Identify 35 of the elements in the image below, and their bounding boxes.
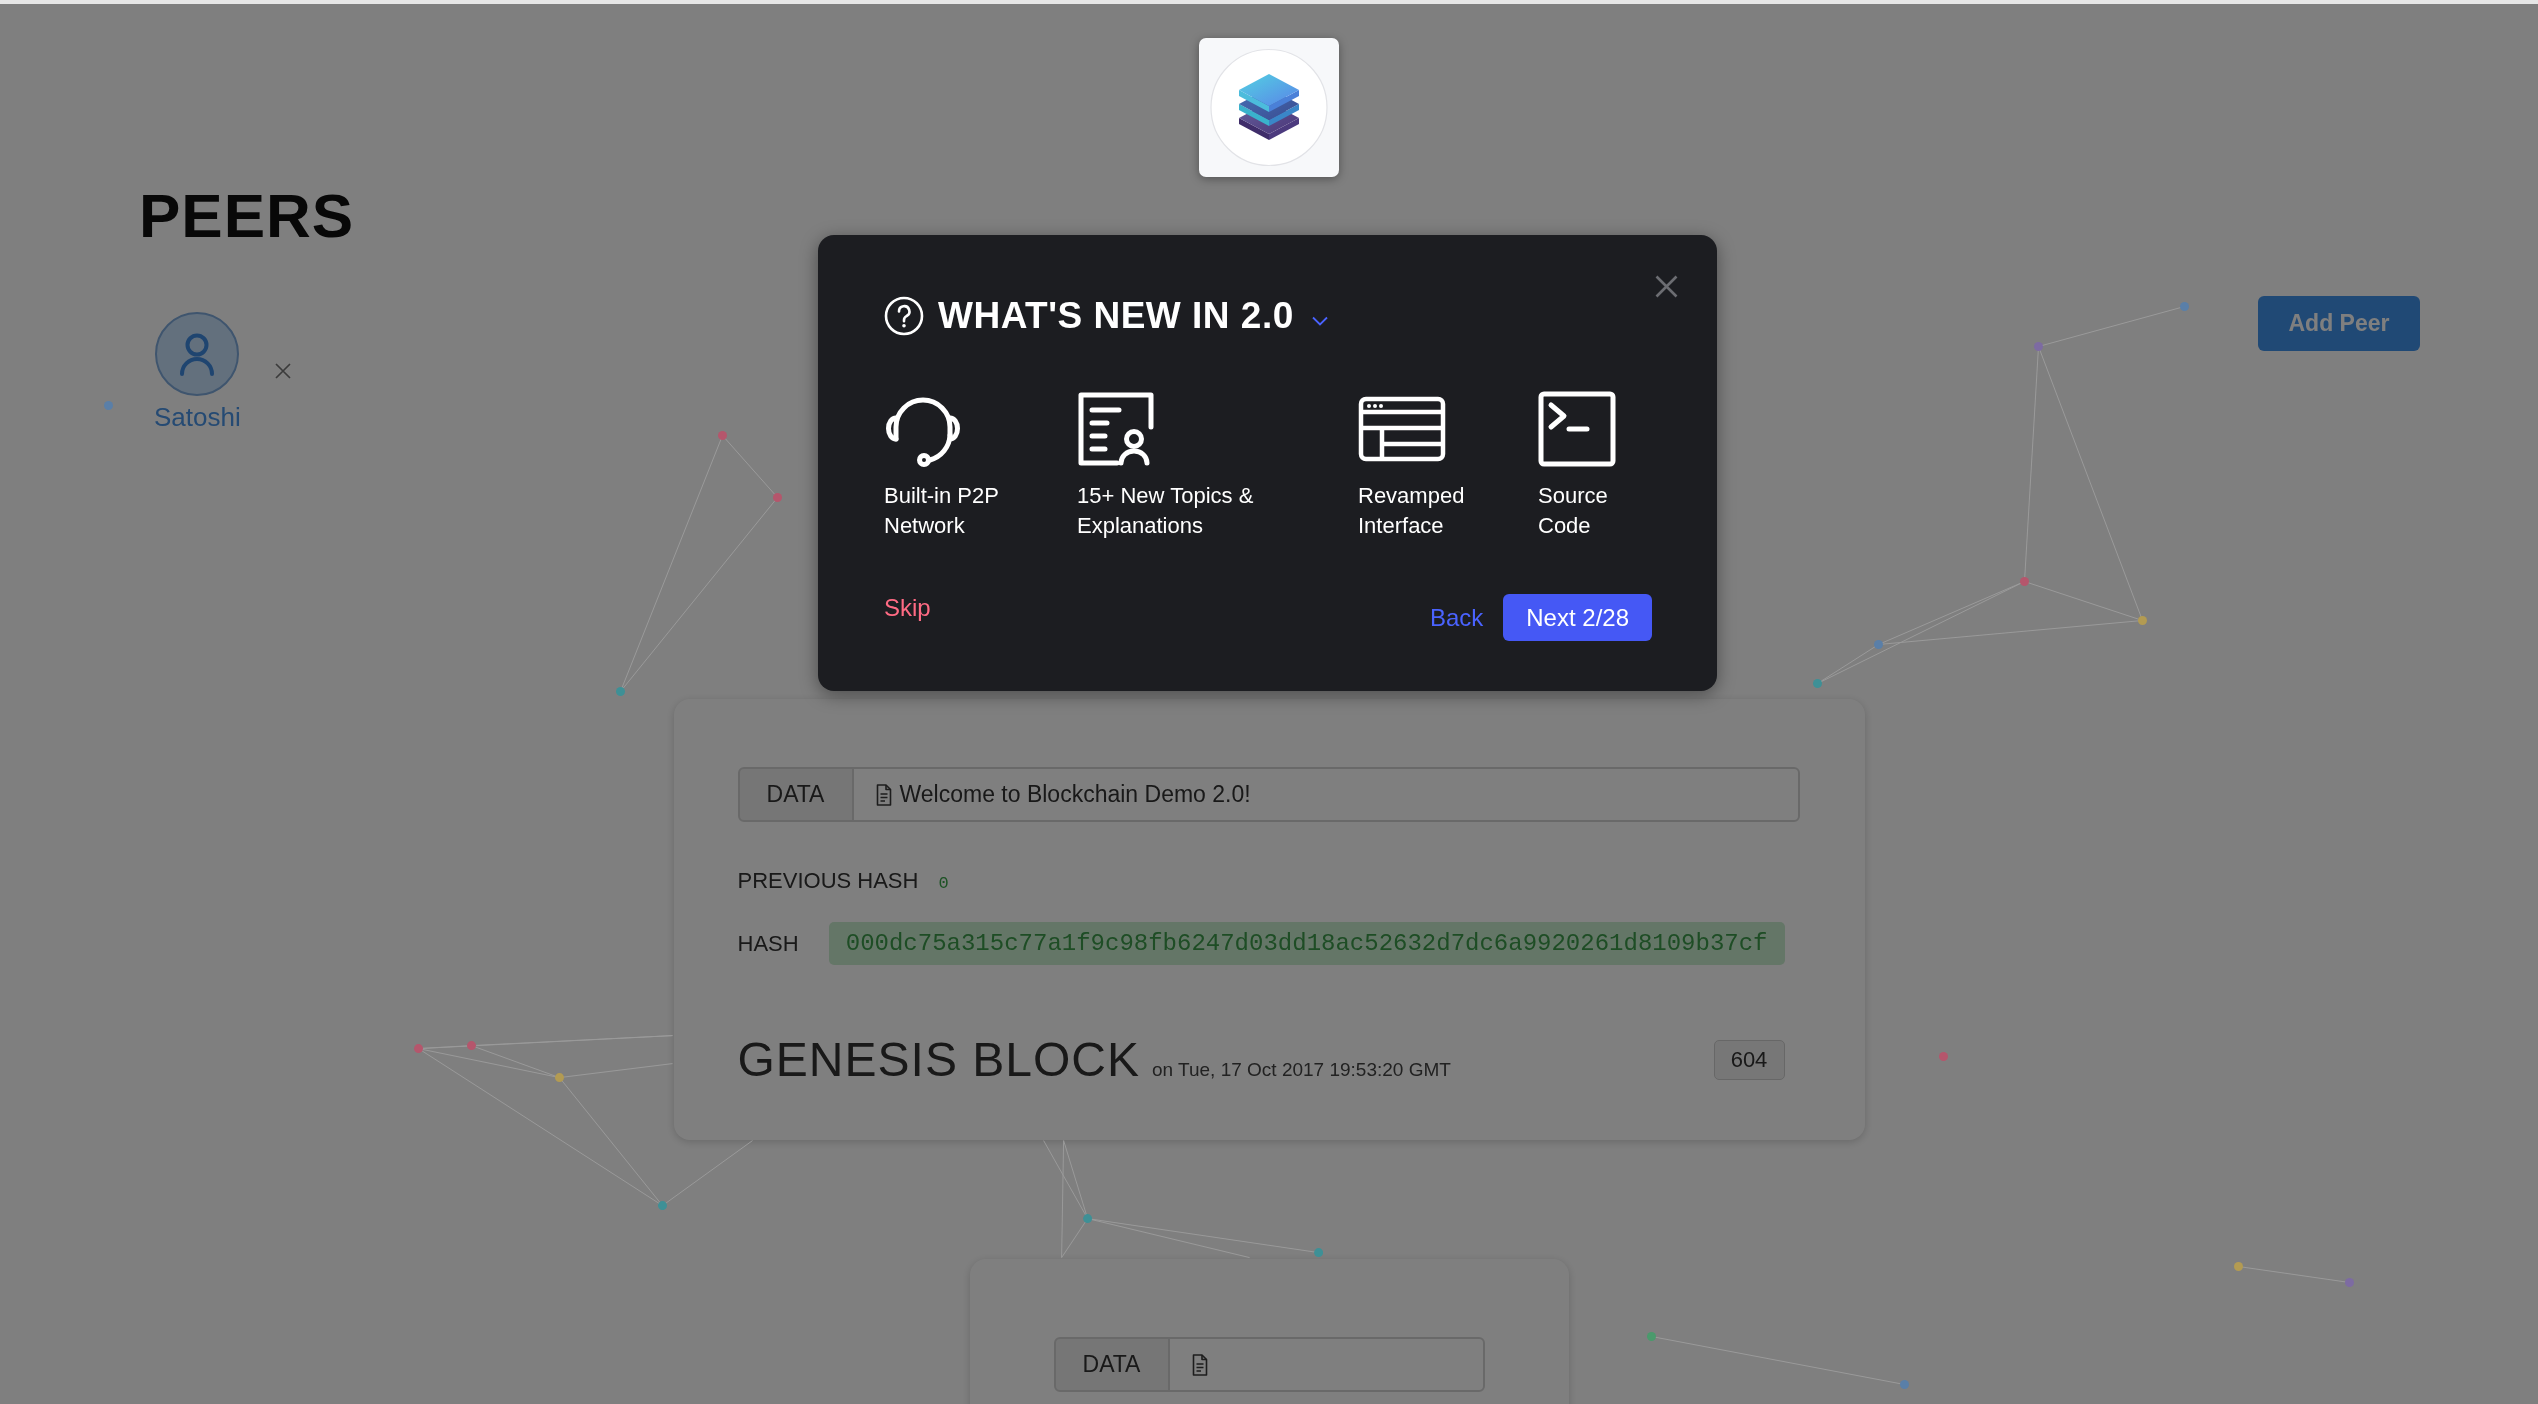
- data-field[interactable]: [1168, 1337, 1485, 1392]
- previous-hash-value: 0: [938, 874, 949, 893]
- peer-name: Satoshi: [154, 402, 241, 432]
- feature-label: Built-in P2P Network: [884, 482, 1000, 540]
- layers-logo-icon: [1199, 38, 1339, 177]
- network-graph-illustration: [103, 400, 113, 410]
- add-peer-button[interactable]: Add Peer: [2258, 296, 2420, 351]
- chevron-down-icon[interactable]: [1311, 316, 1328, 326]
- data-label: DATA: [1053, 1337, 1169, 1392]
- document-icon: [875, 783, 892, 806]
- terminal-icon: [1538, 391, 1616, 467]
- next-button[interactable]: Next 2/28: [1503, 594, 1652, 641]
- document-person-icon: [1077, 391, 1155, 467]
- close-icon[interactable]: [1655, 275, 1678, 298]
- feature-label: Source Code: [1538, 482, 1609, 540]
- field-label: HASH: [737, 929, 800, 958]
- back-button[interactable]: Back: [1429, 603, 1484, 632]
- data-field[interactable]: Welcome to Blockchain Demo 2.0!: [852, 767, 1800, 822]
- hash-field: 000dc75a315c77a1f9c98fb6247d03dd18ac52632d7dc6a9920261d8109b37cf: [828, 922, 1785, 965]
- network-graph-illustration: [1938, 1051, 1948, 1061]
- document-icon: [1191, 1353, 1208, 1376]
- close-icon[interactable]: [274, 363, 291, 379]
- feature-label: Revamped Interface: [1358, 482, 1466, 540]
- skip-button[interactable]: Skip: [884, 594, 931, 622]
- user-avatar-icon[interactable]: [155, 312, 240, 396]
- section-title: PEERS: [139, 185, 355, 247]
- browser-window-icon: [1358, 396, 1446, 462]
- feature-label: 15+ New Topics & Explanations: [1077, 482, 1255, 540]
- block-timestamp: on Tue, 17 Oct 2017 19:53:20 GMT: [1151, 1059, 1451, 1081]
- data-label: DATA: [737, 767, 853, 822]
- help-icon: [884, 296, 924, 336]
- nonce-value: 604: [1713, 1040, 1785, 1080]
- field-label: PREVIOUS HASH: [737, 867, 919, 895]
- block-title: GENESIS BLOCK: [737, 1032, 1140, 1088]
- dialog-title: WHAT'S NEW IN 2.0: [938, 296, 1294, 336]
